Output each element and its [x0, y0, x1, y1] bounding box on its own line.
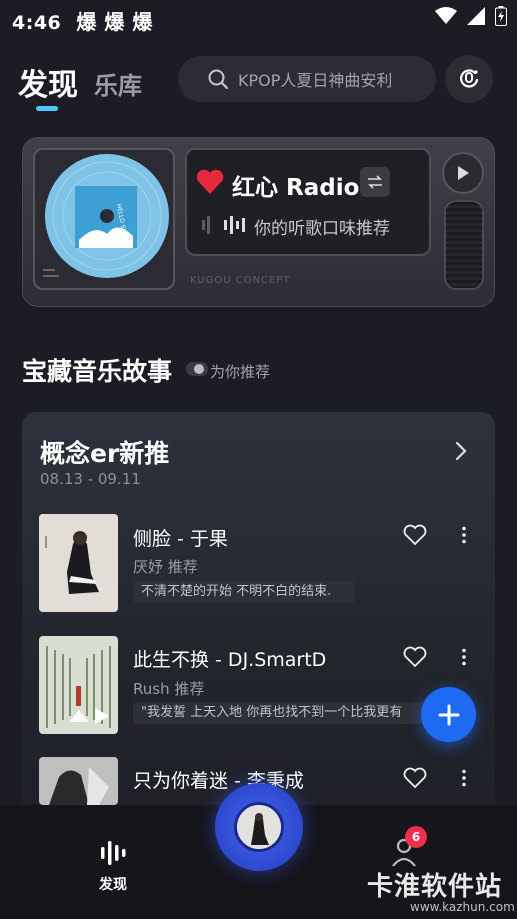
- heart-icon: [196, 169, 224, 194]
- chevron-right-icon[interactable]: [455, 441, 467, 461]
- status-icons: [435, 6, 507, 26]
- tab-active-indicator: [36, 106, 58, 111]
- now-playing-button[interactable]: [215, 783, 303, 871]
- tab-discover[interactable]: 发现: [18, 60, 78, 104]
- radio-dial[interactable]: [444, 200, 484, 290]
- add-button[interactable]: [421, 687, 476, 742]
- status-time: 4:46 爆 爆 爆: [12, 10, 153, 34]
- song-cover[interactable]: [39, 757, 118, 805]
- section-title: 宝藏音乐故事: [22, 357, 173, 386]
- nav-discover-label[interactable]: 发现: [99, 874, 127, 894]
- signal-icon: [467, 7, 485, 25]
- radio-album-art: HELLO SUNNY: [33, 148, 175, 290]
- notification-badge: 6: [405, 826, 427, 848]
- song-recommender: Rush 推荐: [133, 680, 205, 698]
- radio-play-button[interactable]: [442, 152, 484, 194]
- microphone-icon: [460, 69, 479, 88]
- toggle-knob: [194, 364, 204, 374]
- discover-icon[interactable]: [99, 838, 129, 868]
- song-quote: 不清不楚的开始 不明不白的结束.: [133, 581, 355, 603]
- song-cover[interactable]: [39, 514, 118, 612]
- playlist-date-range: 08.13 - 09.11: [40, 470, 141, 488]
- song-title[interactable]: 此生不换 - DJ.SmartD: [133, 645, 326, 672]
- more-options-icon[interactable]: [461, 769, 467, 787]
- radio-brand: KUGOU CONCEPT: [190, 275, 291, 286]
- toggle-label: 为你推荐: [210, 363, 271, 381]
- radio-panel[interactable]: [185, 148, 431, 256]
- heart-outline-icon[interactable]: [403, 767, 427, 789]
- wifi-icon: [435, 7, 457, 24]
- heart-outline-icon[interactable]: [403, 646, 427, 668]
- heart-outline-icon[interactable]: [403, 524, 427, 546]
- switch-radio-button[interactable]: [360, 167, 390, 197]
- watermark-text: 卡淮软件站: [367, 872, 503, 902]
- play-icon: [458, 166, 469, 180]
- radio-description: 你的听歌口味推荐: [254, 219, 390, 239]
- song-title[interactable]: 侧脸 - 于果: [133, 524, 228, 551]
- song-cover[interactable]: [39, 636, 118, 734]
- swap-icon: [368, 175, 382, 189]
- more-options-icon[interactable]: [461, 526, 467, 544]
- tab-library[interactable]: 乐库: [94, 66, 142, 101]
- song-recommender: 厌妤 推荐: [133, 558, 198, 576]
- playlist-title[interactable]: 概念er新推: [40, 434, 169, 470]
- battery-icon: [495, 6, 507, 26]
- plus-icon: [438, 704, 459, 725]
- voice-search-button[interactable]: [445, 55, 493, 103]
- radio-title: 红心 Radio: [232, 175, 360, 201]
- search-icon: [208, 69, 228, 89]
- search-input[interactable]: KPOP人夏日神曲安利: [178, 56, 436, 102]
- sound-wave-icon: [202, 216, 245, 234]
- watermark-url: www.kazhun.com: [410, 900, 515, 914]
- search-placeholder: KPOP人夏日神曲安利: [238, 71, 393, 90]
- notification-icons: 爆 爆 爆: [76, 10, 153, 34]
- more-options-icon[interactable]: [461, 648, 467, 666]
- now-playing-cover: [234, 802, 284, 852]
- song-quote: "我发誓 上天入地 你再也找不到一个比我更有: [133, 702, 425, 724]
